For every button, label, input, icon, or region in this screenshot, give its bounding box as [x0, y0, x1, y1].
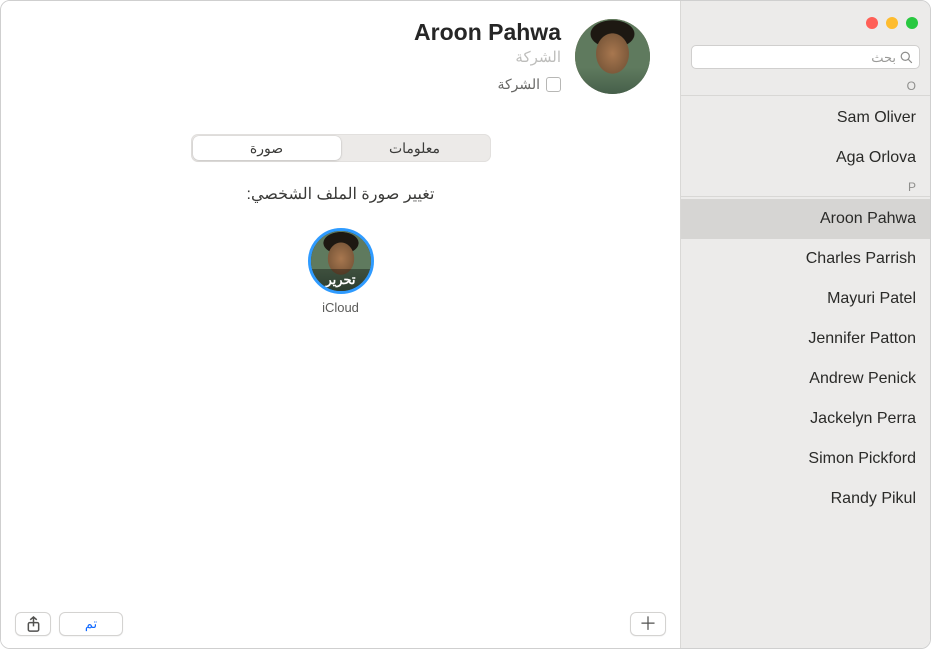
company-field-placeholder[interactable]: الشركة [515, 48, 561, 66]
list-item[interactable]: Jennifer Patton [681, 319, 930, 359]
contact-avatar[interactable] [575, 19, 650, 94]
photo-source-caption: iCloud [322, 300, 359, 315]
avatar-face [575, 19, 650, 94]
list-item[interactable]: Simon Pickford [681, 439, 930, 479]
detail-header: Aroon Pahwa الشركة الشركة [1, 1, 680, 94]
change-profile-photo-label: تغيير صورة الملف الشخصي: [1, 184, 680, 204]
list-item[interactable]: Mayuri Patel [681, 279, 930, 319]
window-controls [866, 17, 918, 29]
share-button[interactable] [15, 612, 51, 636]
search-field[interactable] [691, 45, 920, 69]
list-item[interactable]: Aroon Pahwa [681, 199, 930, 239]
list-item[interactable]: Sam Oliver [681, 98, 930, 138]
search-icon [900, 51, 913, 64]
company-checkbox-row: الشركة [497, 76, 561, 93]
add-button[interactable]: ＋ [630, 612, 666, 636]
company-checkbox-label: الشركة [497, 76, 540, 93]
share-icon [26, 616, 41, 633]
section-header-o: O [681, 77, 930, 96]
list-item[interactable]: Jackelyn Perra [681, 399, 930, 439]
photo-sources-area: تحرير iCloud [1, 228, 680, 315]
section-header-p: P [681, 178, 930, 197]
list-item[interactable]: Charles Parrish [681, 239, 930, 279]
search-input[interactable] [698, 50, 896, 65]
plus-icon: ＋ [639, 615, 657, 633]
list-item[interactable]: Aga Orlova [681, 138, 930, 178]
titlebar [681, 1, 930, 45]
segmented-control: صورة معلومات [191, 134, 491, 162]
list-item[interactable]: Randy Pikul [681, 479, 930, 519]
contact-list[interactable]: O Sam Oliver Aga Orlova P Aroon Pahwa Ch… [681, 77, 930, 648]
list-item[interactable]: Andrew Penick [681, 359, 930, 399]
profile-photo-thumb[interactable]: تحرير [308, 228, 374, 294]
photo-source-item: تحرير iCloud [308, 228, 374, 315]
segment-info[interactable]: معلومات [341, 136, 489, 160]
search-wrap [681, 45, 930, 77]
contact-detail-pane: Aroon Pahwa الشركة الشركة صورة معلومات ت… [1, 1, 680, 648]
close-button[interactable] [866, 17, 878, 29]
segmented-control-wrap: صورة معلومات [1, 134, 680, 162]
detail-header-text: Aroon Pahwa الشركة الشركة [414, 19, 561, 94]
zoom-button[interactable] [906, 17, 918, 29]
segment-photo[interactable]: صورة [193, 136, 341, 160]
minimize-button[interactable] [886, 17, 898, 29]
edit-overlay[interactable]: تحرير [311, 269, 371, 291]
company-checkbox[interactable] [546, 77, 561, 92]
bottom-left-buttons: تم [15, 612, 123, 636]
done-button[interactable]: تم [59, 612, 123, 636]
contacts-window: Aroon Pahwa الشركة الشركة صورة معلومات ت… [0, 0, 931, 649]
contact-name[interactable]: Aroon Pahwa [414, 19, 561, 46]
sidebar: O Sam Oliver Aga Orlova P Aroon Pahwa Ch… [680, 1, 930, 648]
bottom-toolbar: تم ＋ [1, 600, 680, 648]
